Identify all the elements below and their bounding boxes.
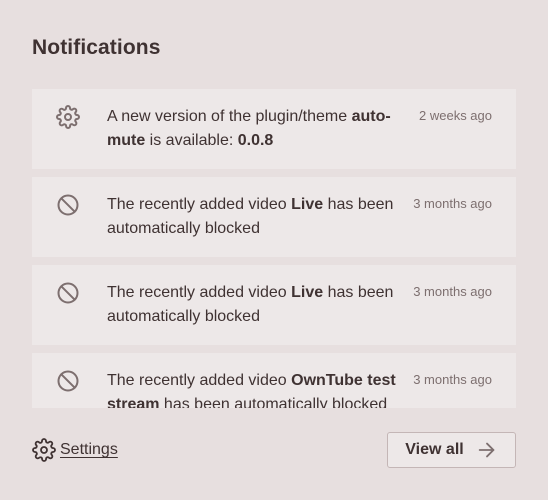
video-name-link[interactable]: Live xyxy=(291,284,323,301)
notification-message: The recently added video Live has been a… xyxy=(107,281,407,329)
notifications-panel: Notifications A new version of the plugi… xyxy=(0,0,548,500)
notification-item[interactable]: A new version of the plugin/theme auto-m… xyxy=(32,89,516,169)
video-name-link[interactable]: Live xyxy=(291,196,323,213)
arrow-right-icon xyxy=(476,439,498,461)
settings-link[interactable]: Settings xyxy=(32,438,118,462)
blocked-icon xyxy=(56,193,80,217)
notification-item[interactable]: The recently added video Live has been a… xyxy=(32,177,516,257)
notification-time: 2 weeks ago xyxy=(419,108,492,123)
view-all-label: View all xyxy=(405,441,464,458)
notification-time: 3 months ago xyxy=(413,196,492,211)
notification-time: 3 months ago xyxy=(413,372,492,387)
blocked-icon xyxy=(56,281,80,305)
notification-message: A new version of the plugin/theme auto-m… xyxy=(107,105,407,153)
message-text: The recently added video xyxy=(107,372,292,389)
version-number: 0.0.8 xyxy=(237,132,274,149)
blocked-icon xyxy=(56,369,80,393)
notification-item[interactable]: The recently added video OwnTube test st… xyxy=(32,353,516,408)
notification-message: The recently added video Live has been a… xyxy=(107,193,407,241)
message-text: The recently added video xyxy=(107,196,292,213)
panel-title: Notifications xyxy=(32,36,161,59)
notification-list[interactable]: A new version of the plugin/theme auto-m… xyxy=(32,89,516,408)
gear-icon xyxy=(32,438,56,462)
view-all-button[interactable]: View all xyxy=(387,432,516,468)
gear-icon xyxy=(56,105,80,129)
message-text: A new version of the plugin/theme xyxy=(107,108,352,125)
notification-item[interactable]: The recently added video Live has been a… xyxy=(32,265,516,345)
message-text: has been automatically blocked xyxy=(159,396,388,408)
notification-message: The recently added video OwnTube test st… xyxy=(107,369,407,408)
message-text: is available: xyxy=(145,132,238,149)
message-text: The recently added video xyxy=(107,284,292,301)
settings-label[interactable]: Settings xyxy=(60,441,118,459)
notification-time: 3 months ago xyxy=(413,284,492,299)
